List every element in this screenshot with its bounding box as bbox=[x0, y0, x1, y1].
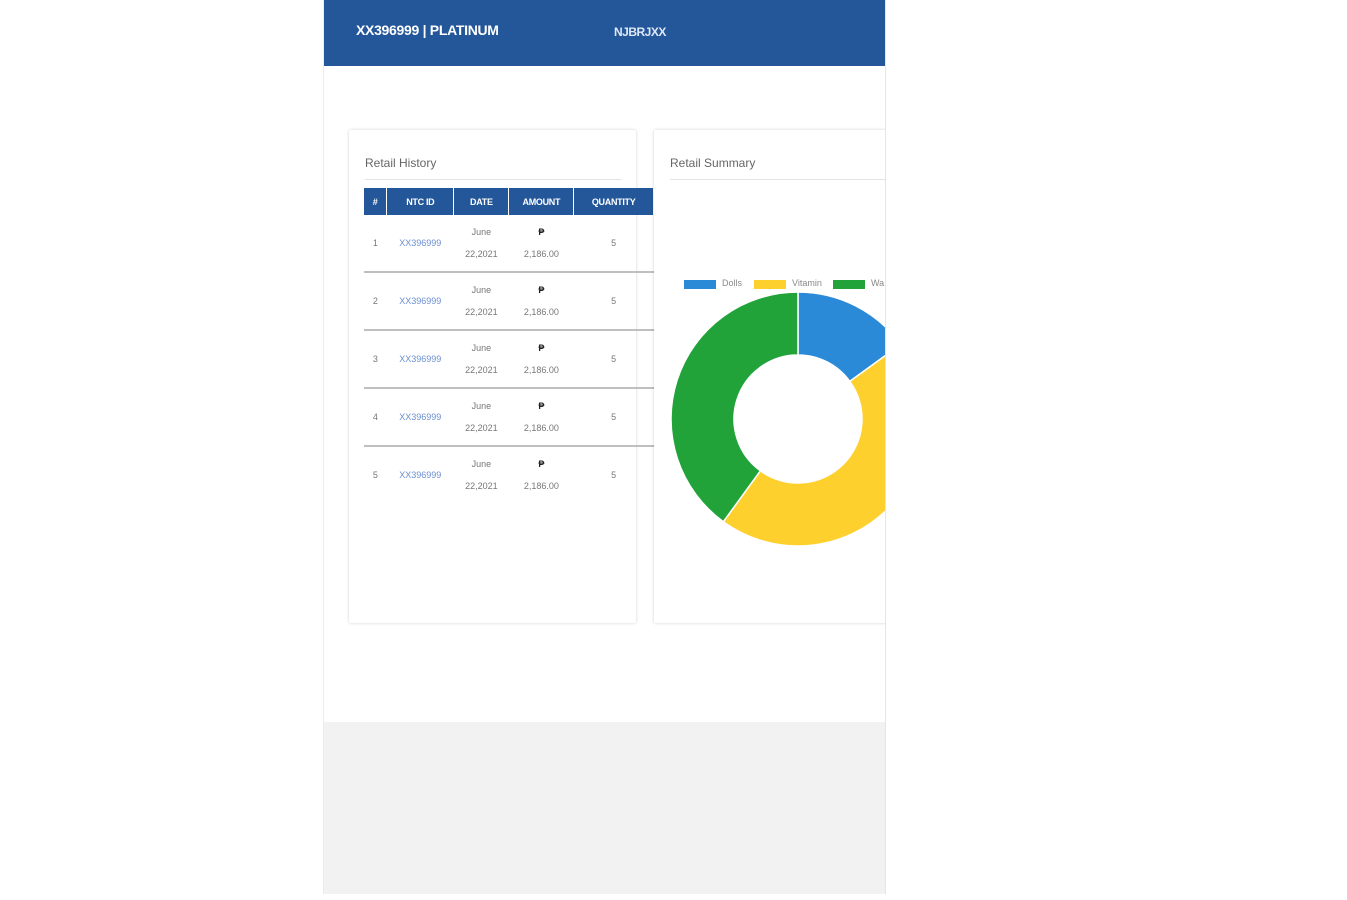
retail-summary-donut-chart bbox=[670, 291, 885, 547]
retail-history-rows: 1 XX396999 June 22,2021 ₱ 2,186.00 5 2 XX396999 J… bbox=[364, 215, 654, 503]
date-day-year: 22,2021 bbox=[465, 481, 498, 491]
row-date: June 22,2021 bbox=[453, 215, 509, 273]
date-day-year: 22,2021 bbox=[465, 423, 498, 433]
footer-area bbox=[324, 722, 885, 894]
amount-value: 2,186.00 bbox=[523, 365, 559, 375]
table-row: 1 XX396999 June 22,2021 ₱ 2,186.00 5 bbox=[364, 215, 654, 273]
table-row: 3 XX396999 June 22,2021 ₱ 2,186.00 5 bbox=[364, 330, 654, 389]
date-month: June bbox=[471, 343, 492, 353]
ntc-id-link[interactable]: XX396999 bbox=[387, 446, 454, 503]
row-number: 5 bbox=[372, 470, 378, 480]
top-header: XX396999 | PLATINUM NJBRJXX bbox=[324, 0, 885, 66]
currency-symbol: ₱ bbox=[538, 459, 545, 469]
date-day-year: 22,2021 bbox=[465, 307, 498, 317]
row-number: 2 bbox=[364, 272, 387, 331]
row-quantity: 5 bbox=[573, 330, 654, 389]
amount-value: 2,186.00 bbox=[523, 249, 559, 259]
table-row: 4 XX396999 June 22,2021 ₱ 2,186.00 5 bbox=[364, 388, 654, 447]
row-date: June 22,2021 bbox=[453, 330, 509, 389]
column-header-number: # bbox=[364, 188, 388, 215]
date-month: June bbox=[471, 459, 492, 469]
card-divider bbox=[365, 179, 621, 180]
row-quantity: 5 bbox=[611, 470, 617, 480]
date-month: June bbox=[471, 401, 492, 411]
dashboard-content: Retail History # NTC ID DATE AMOUNT QUAN… bbox=[324, 66, 885, 722]
app-viewport: XX396999 | PLATINUM NJBRJXX Retail Histo… bbox=[323, 0, 886, 894]
ntc-id-link[interactable]: XX396999 bbox=[386, 330, 454, 389]
account-title: XX396999 | PLATINUM bbox=[356, 22, 499, 38]
brand-logo[interactable]: NJBRJXX bbox=[614, 25, 666, 39]
currency-symbol: ₱ bbox=[538, 343, 545, 353]
ntc-id-link[interactable]: XX396999 bbox=[386, 388, 454, 447]
currency-symbol: ₱ bbox=[538, 401, 545, 411]
retail-history-table: # NTC ID DATE AMOUNT QUANTITY 1 XX396999 J… bbox=[364, 188, 654, 503]
row-amount: ₱ 2,186.00 bbox=[508, 388, 574, 447]
row-date: June 22,2021 bbox=[453, 388, 509, 447]
retail-summary-card: Retail Summary Dolls Vitamin Wa bbox=[654, 130, 885, 623]
row-number: 1 bbox=[364, 215, 387, 273]
amount-value: 2,186.00 bbox=[523, 423, 559, 433]
row-date: June 22,2021 bbox=[453, 272, 509, 331]
row-quantity: 5 bbox=[573, 215, 654, 273]
amount-value: 2,186.00 bbox=[523, 481, 559, 491]
row-number: 4 bbox=[364, 388, 387, 447]
date-month: June bbox=[471, 285, 492, 295]
column-header-quantity: QUANTITY bbox=[573, 188, 654, 215]
row-number: 3 bbox=[364, 330, 387, 389]
date-day-year: 22,2021 bbox=[465, 249, 498, 259]
row-amount: ₱ 2,186.00 bbox=[509, 446, 574, 503]
row-amount: ₱ 2,186.00 bbox=[508, 215, 574, 273]
row-amount: ₱ 2,186.00 bbox=[508, 330, 574, 389]
table-header-row: # NTC ID DATE AMOUNT QUANTITY bbox=[364, 188, 654, 215]
date-day-year: 22,2021 bbox=[465, 365, 498, 375]
row-quantity: 5 bbox=[573, 388, 654, 447]
row-date: June 22,2021 bbox=[454, 446, 509, 503]
table-row: 5 XX396999 June 22,2021 ₱ 2,186.00 5 bbox=[364, 446, 654, 503]
ntc-id-link[interactable]: XX396999 bbox=[386, 215, 454, 273]
table-row: 2 XX396999 June 22,2021 ₱ 2,186.00 5 bbox=[364, 272, 654, 331]
currency-symbol: ₱ bbox=[538, 227, 545, 237]
retail-history-card: Retail History # NTC ID DATE AMOUNT QUAN… bbox=[349, 130, 654, 623]
row-amount: ₱ 2,186.00 bbox=[508, 272, 574, 331]
amount-value: 2,186.00 bbox=[523, 307, 559, 317]
ntc-id-link[interactable]: XX396999 bbox=[386, 272, 454, 331]
currency-symbol: ₱ bbox=[538, 285, 545, 295]
column-header-date: DATE bbox=[453, 188, 510, 215]
column-header-ntc-id: NTC ID bbox=[386, 188, 455, 215]
date-month: June bbox=[471, 227, 492, 237]
row-quantity: 5 bbox=[573, 272, 654, 331]
column-header-amount: AMOUNT bbox=[508, 188, 575, 215]
retail-history-title: Retail History bbox=[365, 156, 437, 170]
